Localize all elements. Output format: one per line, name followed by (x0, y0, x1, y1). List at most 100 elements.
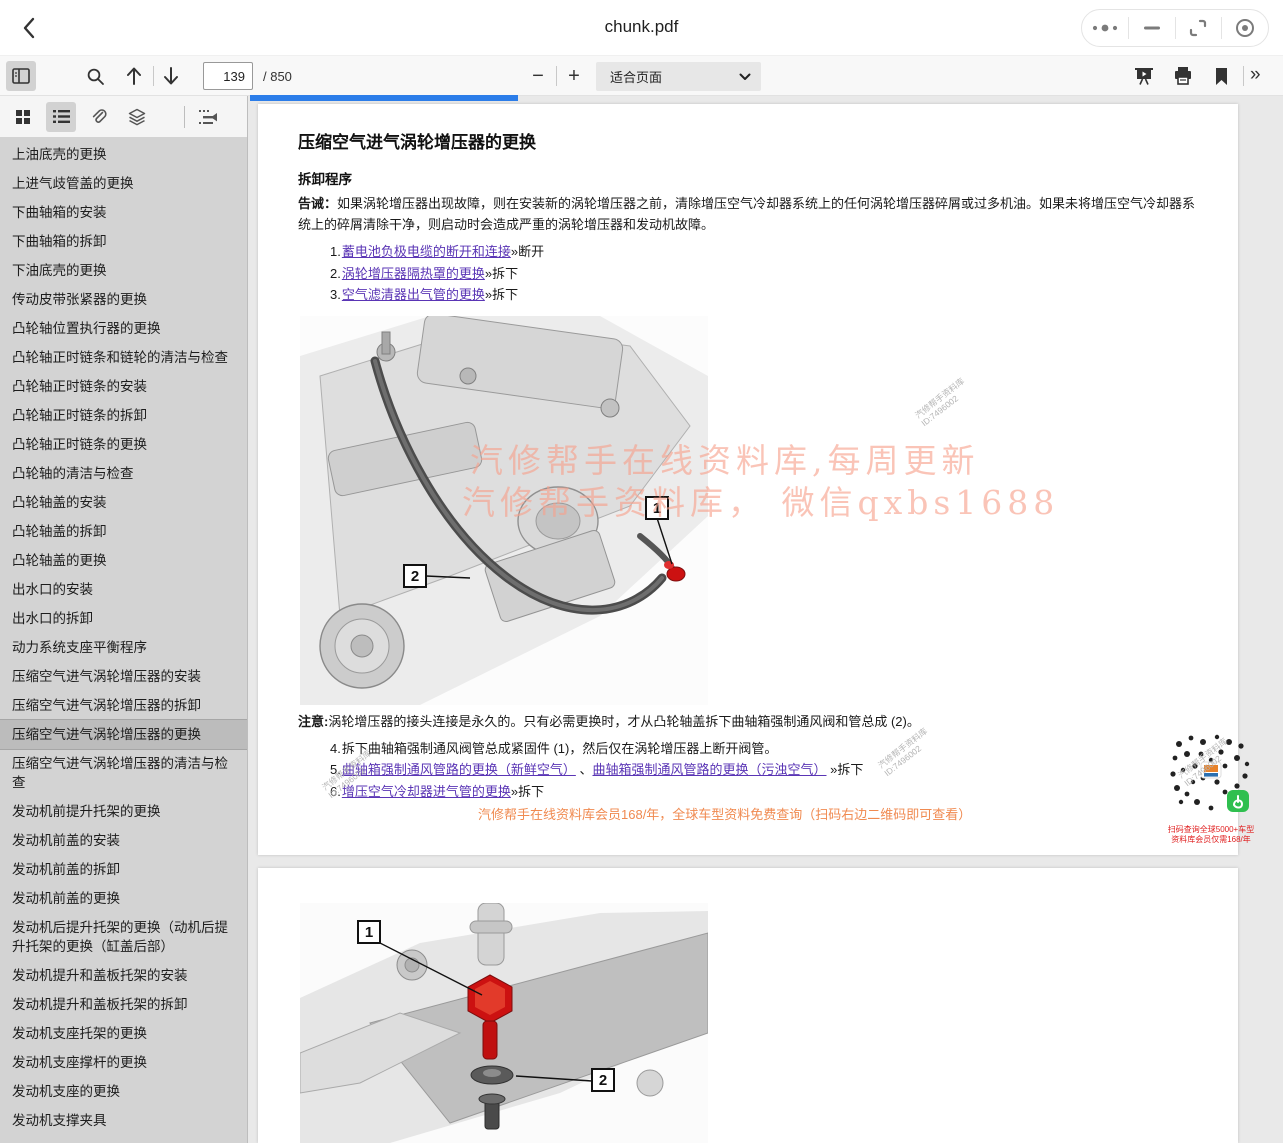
sidebar-toggle-button[interactable] (6, 61, 36, 91)
more-tools-button[interactable]: » (1250, 64, 1261, 86)
sidebar: 上油底壳的更换上进气歧管盖的更换下曲轴箱的安装下曲轴箱的拆卸下油底壳的更换传动皮… (0, 96, 248, 1143)
step-text: »拆下 (511, 784, 544, 799)
sidebar-tools (0, 96, 247, 137)
callout-2-label: 2 (599, 1072, 607, 1089)
callout-1-label: 1 (365, 924, 373, 941)
restore-button[interactable] (1176, 10, 1222, 46)
engine-illustration-1: 1 2 (300, 316, 708, 705)
promo-text: 汽修帮手在线资料库会员168/年，全球车型资料免费查询（扫码右边二维码即可查看） (478, 804, 971, 823)
procedure-step: 6.增压空气冷却器进气管的更换»拆下 (330, 781, 1198, 803)
page-title: 压缩空气进气涡轮增压器的更换 (298, 128, 1198, 153)
engine-illustration-2: 1 2 (300, 903, 708, 1143)
procedure-link[interactable]: 蓄电池负极电缆的断开和连接 (342, 244, 511, 259)
sidebar-item[interactable]: 出水口的拆卸 (0, 604, 247, 633)
sidebar-item[interactable]: 下油底壳的更换 (0, 256, 247, 285)
step-text: »拆下 (827, 762, 864, 777)
paperclip-icon (90, 108, 108, 126)
sidebar-item[interactable]: 发动机支撑夹具 (0, 1106, 247, 1135)
page-number-input[interactable] (203, 62, 253, 90)
note-text: 涡轮增压器的接头连接是永久的。只有必需更换时，才从凸轮轴盖拆下曲轴箱强制通风阀和… (328, 714, 920, 729)
sidebar-item[interactable]: 凸轮轴盖的拆卸 (0, 517, 247, 546)
bookmark-icon (1214, 67, 1229, 86)
sidebar-item[interactable]: 凸轮轴正时链条的更换 (0, 430, 247, 459)
thumbnails-view-button[interactable] (8, 102, 38, 132)
procedure-link[interactable]: 空气滤清器出气管的更换 (342, 287, 485, 302)
note-paragraph: 注意:涡轮增压器的接头连接是永久的。只有必需更换时，才从凸轮轴盖拆下曲轴箱强制通… (298, 711, 1196, 732)
procedure-step: 4.拆下曲轴箱强制通风阀管总成紧固件 (1)，然后仅在涡轮增压器上断开阀管。 (330, 738, 1198, 760)
note-label: 注意: (298, 714, 328, 729)
more-options-button[interactable] (1082, 10, 1128, 46)
sidebar-item[interactable]: 发动机前盖的更换 (0, 884, 247, 913)
procedure-link[interactable]: 曲轴箱强制通风管路的更换（污浊空气） (592, 762, 826, 777)
sidebar-item[interactable]: 下曲轴箱的拆卸 (0, 227, 247, 256)
sidebar-item[interactable]: 传动皮带张紧器的更换 (0, 285, 247, 314)
steps-top: 1.蓄电池负极电缆的断开和连接»断开2.涡轮增压器隔热罩的更换»拆下3.空气滤清… (330, 241, 1198, 306)
divider (153, 66, 154, 86)
sidebar-item[interactable]: 凸轮轴正时链条和链轮的清洁与检查 (0, 343, 247, 372)
sidebar-item[interactable]: 动力系统支座平衡程序 (0, 633, 247, 662)
callout-2-label: 2 (411, 568, 419, 585)
qr-caption-line2: 资料库会员仅需168/年 (1163, 835, 1259, 845)
sidebar-item[interactable]: 发动机前盖的安装 (0, 826, 247, 855)
zoom-out-button[interactable]: − (524, 62, 552, 90)
loading-progress-bar (250, 95, 518, 101)
sidebar-item[interactable]: 发动机前提升托架的更换 (0, 797, 247, 826)
ellipsis-icon (1090, 22, 1120, 34)
step-text: 拆下曲轴箱强制通风阀管总成紧固件 (1)，然后仅在涡轮增压器上断开阀管。 (342, 741, 778, 756)
next-page-button[interactable] (156, 61, 186, 91)
step-number: 3. (330, 287, 341, 302)
zoom-in-button[interactable]: + (560, 62, 588, 90)
layers-button[interactable] (122, 102, 152, 132)
divider (184, 106, 185, 128)
search-button[interactable] (80, 61, 110, 91)
page-count-label: / 850 (263, 69, 292, 84)
printer-icon (1173, 66, 1193, 86)
sidebar-item[interactable]: 发动机支座托架的更换 (0, 1019, 247, 1048)
minimize-icon (1143, 25, 1161, 31)
sidebar-item[interactable]: 压缩空气进气涡轮增压器的安装 (0, 662, 247, 691)
print-button[interactable] (1168, 61, 1198, 91)
attachments-button[interactable] (84, 102, 114, 132)
sidebar-item-selected[interactable]: 压缩空气进气涡轮增压器的更换 (0, 720, 247, 749)
sidebar-item[interactable]: 出水口的安装 (0, 575, 247, 604)
layers-icon (128, 108, 146, 126)
outline-view-button[interactable] (46, 102, 76, 132)
step-number: 1. (330, 244, 341, 259)
section-heading: 拆卸程序 (298, 168, 1198, 188)
zoom-mode-dropdown[interactable]: 适合页面 (596, 62, 761, 91)
sidebar-item[interactable]: 压缩空气进气涡轮增压器的拆卸 (0, 691, 247, 720)
sidebar-item[interactable]: 凸轮轴正时链条的安装 (0, 372, 247, 401)
close-app-button[interactable] (1222, 10, 1268, 46)
current-outline-item-button[interactable] (193, 102, 223, 132)
sidebar-item[interactable]: 上进气歧管盖的更换 (0, 169, 247, 198)
procedure-link[interactable]: 涡轮增压器隔热罩的更换 (342, 266, 485, 281)
bookmark-button[interactable] (1206, 61, 1236, 91)
previous-page-button[interactable] (119, 61, 149, 91)
minimize-button[interactable] (1129, 10, 1175, 46)
sidebar-item[interactable]: 发动机提升和盖板托架的安装 (0, 961, 247, 990)
sidebar-item[interactable]: 发动机后提升托架的更换（动机后提升托架的更换（缸盖后部） (0, 913, 247, 961)
sidebar-item[interactable]: 凸轮轴正时链条的拆卸 (0, 401, 247, 430)
sidebar-item[interactable]: 发动机支座撑杆的更换 (0, 1048, 247, 1077)
sidebar-item[interactable]: 凸轮轴盖的更换 (0, 546, 247, 575)
sidebar-item[interactable]: 下曲轴箱的安装 (0, 198, 247, 227)
sidebar-item[interactable]: 发动机支座的更换 (0, 1077, 247, 1106)
qr-caption-line1: 扫码查询全球5000+车型 (1163, 825, 1259, 835)
procedure-step: 5.曲轴箱强制通风管路的更换（新鲜空气） 、曲轴箱强制通风管路的更换（污浊空气）… (330, 759, 1198, 781)
arrow-up-icon (125, 66, 143, 86)
caution-text: 如果涡轮增压器出现故障，则在安装新的涡轮增压器之前，清除增压空气冷却器系统上的任… (298, 196, 1195, 232)
procedure-link[interactable]: 曲轴箱强制通风管路的更换（新鲜空气） (342, 762, 576, 777)
sidebar-item[interactable]: 发动机前盖的拆卸 (0, 855, 247, 884)
presentation-mode-button[interactable] (1129, 61, 1159, 91)
sidebar-outline: 上油底壳的更换上进气歧管盖的更换下曲轴箱的安装下曲轴箱的拆卸下油底壳的更换传动皮… (0, 137, 247, 1143)
step-number: 5. (330, 762, 341, 777)
arrow-down-icon (162, 66, 180, 86)
procedure-link[interactable]: 增压空气冷却器进气管的更换 (342, 784, 511, 799)
chevron-down-icon (739, 73, 751, 81)
sidebar-item[interactable]: 压缩空气进气涡轮增压器的清洁与检查 (0, 749, 247, 797)
sidebar-item[interactable]: 凸轮轴的清洁与检查 (0, 459, 247, 488)
sidebar-item[interactable]: 凸轮轴盖的安装 (0, 488, 247, 517)
sidebar-item[interactable]: 凸轮轴位置执行器的更换 (0, 314, 247, 343)
sidebar-item[interactable]: 发动机提升和盖板托架的拆卸 (0, 990, 247, 1019)
sidebar-item[interactable]: 上油底壳的更换 (0, 140, 247, 169)
